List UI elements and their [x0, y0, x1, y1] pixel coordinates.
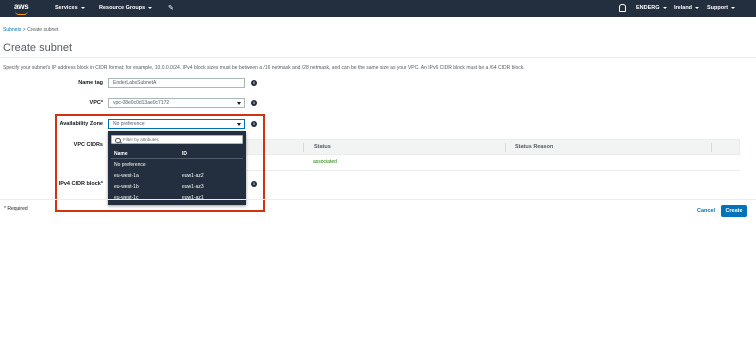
chevron-down-icon [148, 6, 153, 9]
availability-zone-dropdown: Filter by attributes Name ID No preferen… [108, 131, 246, 205]
chevron-down-icon [80, 6, 85, 9]
footer-divider [0, 199, 756, 200]
resource-groups-menu[interactable]: Resource Groups [99, 5, 153, 11]
region-menu[interactable]: Ireland [674, 5, 700, 11]
top-navigation-bar: aws Services Resource Groups ✎ ENDERG Ir… [0, 0, 756, 17]
resource-groups-label: Resource Groups [99, 5, 146, 11]
account-menu[interactable]: ENDERG [636, 5, 667, 11]
chevron-down-icon [237, 102, 241, 105]
column-divider [711, 143, 712, 152]
dropdown-option-eu-west-1b[interactable]: eu-west-1b euw1-az3 [108, 183, 246, 192]
info-icon[interactable]: i [251, 100, 257, 106]
required-note: * Required [4, 206, 28, 212]
chevron-down-icon [695, 6, 700, 9]
name-tag-input[interactable]: EnderLabsSubnetA [108, 78, 245, 88]
breadcrumb-subnets-link[interactable]: Subnets [3, 27, 21, 33]
account-label: ENDERG [636, 5, 660, 11]
option-name: eu-west-1c [114, 195, 139, 201]
chevron-down-icon [731, 6, 736, 9]
dropdown-divider [111, 158, 243, 159]
dropdown-column-id: ID [182, 151, 187, 157]
breadcrumb-current: Create subnet [27, 27, 59, 33]
option-name: eu-west-1a [114, 173, 139, 179]
vpc-select-value: vpc-08e0c0d13ae0c7172 [113, 100, 170, 106]
column-header-status-reason[interactable]: Status Reason [515, 144, 553, 150]
aws-logo-text: aws [14, 2, 29, 11]
page-description: Specify your subnet's IP address block i… [3, 65, 525, 71]
chevron-down-icon [662, 6, 667, 9]
create-button[interactable]: Create [721, 205, 747, 217]
support-label: Support [707, 5, 729, 11]
dropdown-column-name: Name [114, 151, 128, 157]
cidr-status-value: associated [313, 159, 337, 165]
filter-input[interactable]: Filter by attributes [111, 135, 243, 144]
info-icon[interactable]: i [251, 80, 257, 86]
breadcrumb: Subnets > Create subnet [3, 27, 58, 33]
option-id: euw1-az1 [182, 195, 204, 201]
dropdown-option-no-preference[interactable]: No preference [108, 161, 246, 170]
vpc-label: VPC* [89, 100, 103, 106]
option-id: euw1-az2 [182, 173, 204, 179]
bell-icon[interactable] [619, 4, 626, 12]
region-label: Ireland [674, 5, 693, 11]
dropdown-option-eu-west-1a[interactable]: eu-west-1a euw1-az2 [108, 172, 246, 181]
vpc-select[interactable]: vpc-08e0c0d13ae0c7172 [108, 98, 245, 108]
option-id: euw1-az3 [182, 184, 204, 190]
column-divider [303, 143, 304, 152]
aws-smile-icon [15, 11, 28, 15]
title-divider [0, 57, 756, 58]
option-name: No preference [114, 162, 146, 168]
page-title: Create subnet [3, 42, 73, 54]
column-header-status[interactable]: Status [314, 144, 331, 150]
services-menu[interactable]: Services [55, 5, 85, 11]
aws-logo[interactable]: aws [14, 2, 36, 15]
column-divider [505, 143, 506, 152]
breadcrumb-separator: > [22, 27, 26, 33]
cancel-button[interactable]: Cancel [697, 208, 715, 214]
option-name: eu-west-1b [114, 184, 139, 190]
filter-placeholder: Filter by attributes [123, 137, 159, 142]
support-menu[interactable]: Support [707, 5, 736, 11]
services-label: Services [55, 5, 78, 11]
name-tag-label: Name tag [78, 80, 103, 86]
pin-icon[interactable]: ✎ [168, 4, 174, 12]
search-icon [115, 137, 121, 143]
